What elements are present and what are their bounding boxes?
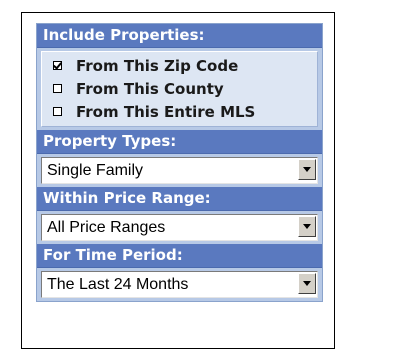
chevron-down-icon (303, 224, 311, 229)
from-entire-mls-option[interactable]: From This Entire MLS (42, 100, 317, 123)
property-types-value: Single Family (47, 162, 144, 179)
checkbox-checked-icon[interactable] (53, 61, 62, 70)
search-options-panel: Include Properties: From This Zip Code F… (36, 23, 323, 302)
checkbox-unchecked-icon[interactable] (53, 84, 62, 93)
from-zip-code-option[interactable]: From This Zip Code (42, 54, 317, 77)
time-period-header: For Time Period: (37, 244, 322, 268)
property-types-select[interactable]: Single Family (41, 157, 318, 184)
time-period-select[interactable]: The Last 24 Months (41, 271, 318, 298)
include-properties-group: From This Zip Code From This County From… (41, 51, 318, 127)
price-range-header: Within Price Range: (37, 187, 322, 211)
include-properties-header: Include Properties: (37, 24, 322, 48)
chevron-down-icon (303, 281, 311, 286)
dropdown-button[interactable] (298, 273, 316, 294)
from-entire-mls-label: From This Entire MLS (76, 102, 256, 121)
dropdown-button[interactable] (298, 216, 316, 237)
dropdown-button[interactable] (298, 159, 316, 180)
property-types-header: Property Types: (37, 130, 322, 154)
price-range-value: All Price Ranges (47, 219, 166, 236)
time-period-value: The Last 24 Months (47, 276, 189, 293)
checkbox-unchecked-icon[interactable] (53, 107, 62, 116)
from-county-label: From This County (76, 79, 224, 98)
price-range-select[interactable]: All Price Ranges (41, 214, 318, 241)
from-zip-code-label: From This Zip Code (76, 56, 239, 75)
from-county-option[interactable]: From This County (42, 77, 317, 100)
chevron-down-icon (303, 167, 311, 172)
